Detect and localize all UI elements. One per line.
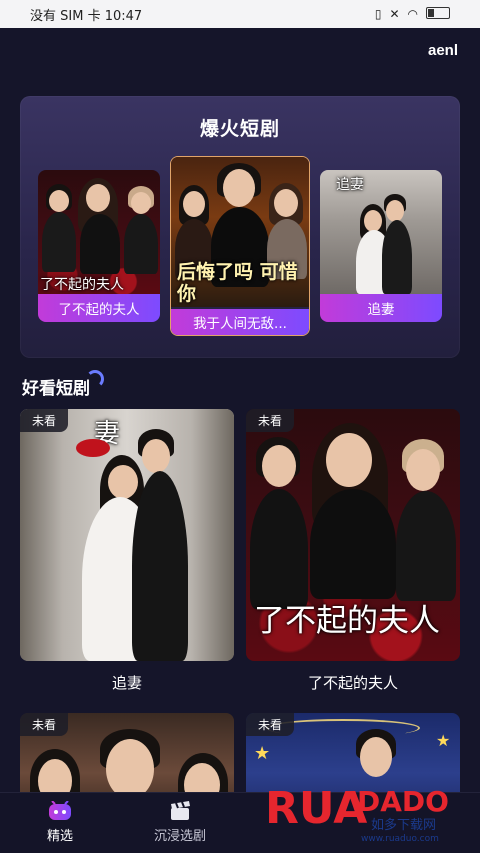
tv-robot-icon [47,800,73,821]
clapperboard-icon [167,801,193,821]
poster-title-text: 了不起的夫人 [40,277,124,293]
hot-drama-card[interactable]: 追妻 追妻 [320,170,442,322]
svg-text:www.ruaduo.com: www.ruaduo.com [361,834,439,843]
svg-text:如多下载网: 如多下载网 [371,817,436,833]
rose-decoration [76,439,110,457]
hot-drama-poster: 追妻 [320,170,442,294]
poster-title-text: 后悔了吗 可惜你 [177,261,298,305]
unwatched-badge: 未看 [20,409,69,432]
hot-drama-label: 我于人间无敌... [193,316,287,332]
poster-title-text: 了不起的夫人 [254,603,440,639]
status-bar: 没有 SIM 卡 10:47 ▯ ✕ ◠ [0,0,480,28]
nav-label: 精选 [46,829,73,844]
hot-drama-label: 了不起的夫人 [58,302,140,318]
drama-card-title: 追妻 [111,674,142,692]
hot-drama-card[interactable]: 了不起的夫人 了不起的夫人 [38,170,160,322]
hot-dramas-panel: 爆火短剧 了不起的夫人 了不起的夫人 后悔了吗 可惜你 我于人间无敌... 追妻… [20,96,460,358]
hot-section-title: 爆火短剧 [199,118,280,140]
nav-item-featured[interactable]: 精选 [10,800,110,844]
unwatched-badge: 未看 [246,409,295,432]
top-right-label[interactable]: aenl [428,42,458,59]
unwatched-badge: 未看 [246,713,295,736]
star-icon: ★ [436,731,451,750]
wifi-icon: ◠ [407,7,418,21]
battery-icon [426,7,450,19]
poster-title-text: 追妻 [336,177,364,193]
nav-label: 沉浸选剧 [153,829,206,844]
drama-card[interactable]: 了不起的夫人 未看 [246,409,460,661]
hot-drama-label: 追妻 [367,302,395,318]
drama-card-title: 了不起的夫人 [307,674,398,692]
vibrate-icon: ▯ [374,7,382,21]
svg-text:DADO: DADO [357,785,449,818]
nav-item-immersive[interactable]: 沉浸选剧 [130,801,230,844]
svg-text:RUA: RUA [265,783,367,834]
mute-icon: ✕ [389,7,400,21]
star-icon: ★ [254,743,271,764]
unwatched-badge: 未看 [20,713,69,736]
good-dramas-title: 好看短剧 [22,370,104,399]
hot-drama-poster: 了不起的夫人 [38,170,160,294]
status-icons: ▯ ✕ ◠ [375,7,450,21]
hot-drama-poster: 后悔了吗 可惜你 [171,157,309,307]
status-text: 没有 SIM 卡 10:47 [30,8,143,24]
drama-card[interactable]: 妻 未看 [20,409,234,661]
hot-drama-card-featured[interactable]: 后悔了吗 可惜你 我于人间无敌... [170,156,310,336]
title-accent-icon [86,370,104,388]
watermark-logo: RUA DADO 如多下载网 www.ruaduo.com [265,777,470,844]
